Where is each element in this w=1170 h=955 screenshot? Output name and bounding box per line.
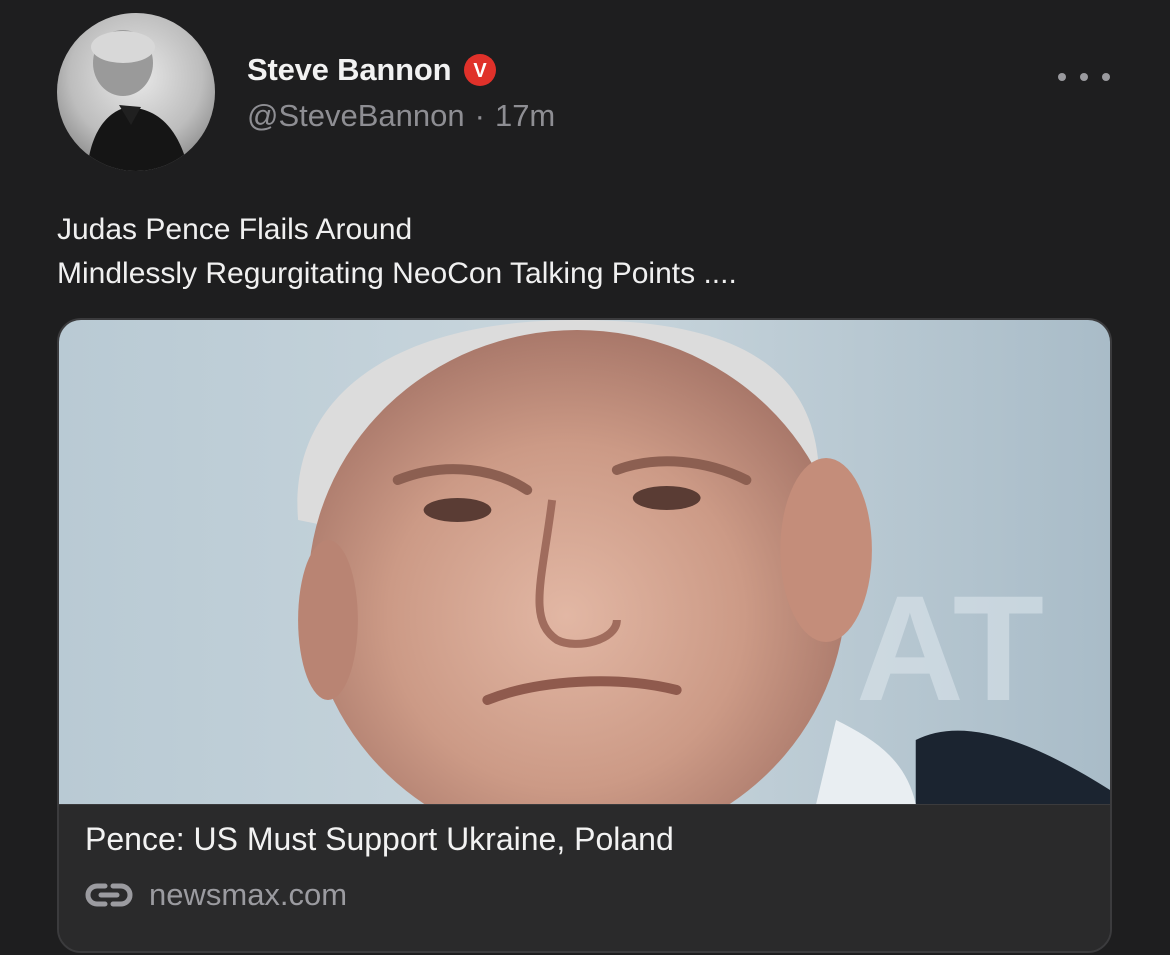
verified-badge-letter: V: [474, 60, 488, 82]
author-display-name[interactable]: Steve Bannon: [247, 52, 452, 88]
verified-badge-icon: V: [463, 53, 497, 87]
more-options-icon[interactable]: [1058, 64, 1110, 90]
link-icon: [85, 880, 133, 910]
link-preview-domain-row: newsmax.com: [85, 877, 347, 913]
more-dot: [1102, 73, 1110, 81]
post-text: Judas Pence Flails Around Mindlessly Reg…: [57, 208, 737, 296]
link-preview-domain[interactable]: newsmax.com: [149, 877, 347, 913]
author-meta: @SteveBannon · 17m: [247, 98, 555, 134]
background-lettering: AT: [856, 564, 1044, 732]
link-preview-card[interactable]: AT Pence: US Must Support Ukraine, Polan…: [57, 318, 1112, 953]
avatar[interactable]: [57, 13, 215, 171]
post-timestamp[interactable]: 17m: [495, 98, 555, 134]
link-preview-image: AT: [59, 320, 1110, 804]
author-name-row: Steve Bannon V: [247, 52, 497, 88]
post-text-line: Judas Pence Flails Around: [57, 213, 413, 246]
link-preview-title[interactable]: Pence: US Must Support Ukraine, Poland: [85, 821, 674, 858]
avatar-image: [57, 13, 215, 171]
post: Steve Bannon V @SteveBannon · 17m Judas …: [0, 0, 1170, 955]
meta-separator: ·: [474, 98, 485, 133]
author-handle[interactable]: @SteveBannon: [247, 98, 465, 134]
more-dot: [1058, 73, 1066, 81]
more-dot: [1080, 73, 1088, 81]
post-text-line: Mindlessly Regurgitating NeoCon Talking …: [57, 257, 737, 290]
link-preview-footer: Pence: US Must Support Ukraine, Poland n…: [59, 804, 1110, 951]
